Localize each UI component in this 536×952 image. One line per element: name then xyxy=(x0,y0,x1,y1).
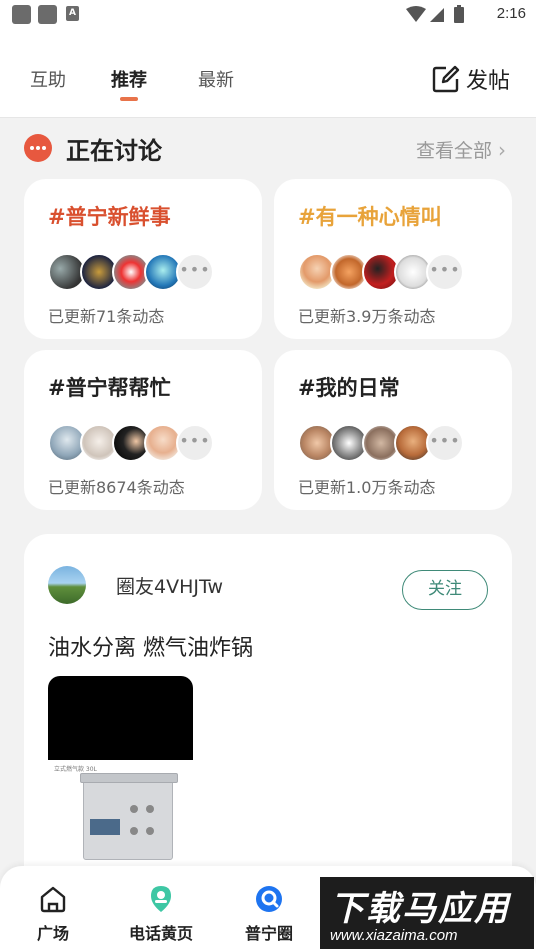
nav-item-yellow-pages[interactable]: 电话黄页 xyxy=(116,884,206,944)
topic-card[interactable]: #我的日常 ••• 已更新1.0万条动态 xyxy=(274,350,512,510)
post-image[interactable]: 立式燃气款 30L xyxy=(48,676,193,876)
nav-item-square[interactable]: 广场 xyxy=(8,884,98,944)
clock: 2:16 xyxy=(496,5,526,22)
tab-recommended[interactable]: 推荐 xyxy=(111,66,147,92)
watermark-text: 下载马应用 xyxy=(330,889,510,929)
active-tab-indicator xyxy=(120,97,138,101)
signal-battery-icon xyxy=(406,5,464,23)
topic-title: #普宁新鲜事 xyxy=(48,205,171,229)
nav-label: 广场 xyxy=(36,924,69,943)
circle-chat-icon xyxy=(256,886,282,912)
topic-update-count: 已更新3.9万条动态 xyxy=(298,307,436,326)
nav-item-puning-circle[interactable]: 普宁圈 xyxy=(224,884,314,944)
chevron-right-icon: › xyxy=(498,137,506,162)
watermark: 下载马应用 www.xiazaima.com xyxy=(320,877,534,949)
post-text: 油水分离 燃气油炸锅 xyxy=(48,636,253,661)
topic-title: #普宁帮帮忙 xyxy=(48,376,171,400)
home-icon xyxy=(40,886,66,913)
nav-label: 普宁圈 xyxy=(244,924,293,943)
map-pin-icon xyxy=(151,886,171,912)
post-card[interactable]: 圈友4VHJTw 关注 油水分离 燃气油炸锅 立式燃气款 30L xyxy=(24,534,512,894)
topic-card[interactable]: #有一种心情叫 ••• 已更新3.9万条动态 xyxy=(274,179,512,339)
image-dark-region xyxy=(48,676,193,760)
avatar[interactable] xyxy=(48,566,86,604)
topic-update-count: 已更新71条动态 xyxy=(48,307,165,326)
section-title: 正在讨论 xyxy=(66,137,162,165)
tab-mutual-help[interactable]: 互助 xyxy=(30,66,66,92)
topic-title: #我的日常 xyxy=(298,376,400,400)
follow-button[interactable]: 关注 xyxy=(402,570,488,610)
more-icon: ••• xyxy=(176,424,214,462)
image-caption: 立式燃气款 30L xyxy=(54,766,97,773)
a-icon: A xyxy=(66,6,79,21)
topic-title: #有一种心情叫 xyxy=(298,205,442,229)
top-header: 互助 推荐 最新 发帖 xyxy=(0,30,536,118)
notification-icon xyxy=(38,5,57,24)
more-icon: ••• xyxy=(426,424,464,462)
watermark-url: www.xiazaima.com xyxy=(330,927,458,944)
chat-bubble-icon xyxy=(24,134,52,162)
tab-latest[interactable]: 最新 xyxy=(198,66,234,92)
post-button-label: 发帖 xyxy=(466,69,511,94)
more-icon: ••• xyxy=(176,253,214,291)
topic-card[interactable]: #普宁新鲜事 ••• 已更新71条动态 xyxy=(24,179,262,339)
topic-update-count: 已更新1.0万条动态 xyxy=(298,478,436,497)
post-username[interactable]: 圈友4VHJTw xyxy=(116,572,223,599)
notification-icon xyxy=(12,5,31,24)
topic-update-count: 已更新8674条动态 xyxy=(48,478,185,497)
edit-icon xyxy=(432,65,460,93)
topic-card[interactable]: #普宁帮帮忙 ••• 已更新8674条动态 xyxy=(24,350,262,510)
more-icon: ••• xyxy=(426,253,464,291)
see-all-link[interactable]: 查看全部 › xyxy=(416,136,506,163)
fryer-image xyxy=(80,773,178,860)
nav-label: 电话黄页 xyxy=(128,924,193,943)
status-bar: A 2:16 xyxy=(0,0,536,30)
post-button[interactable]: 发帖 xyxy=(432,64,510,94)
see-all-label: 查看全部 xyxy=(415,140,492,162)
